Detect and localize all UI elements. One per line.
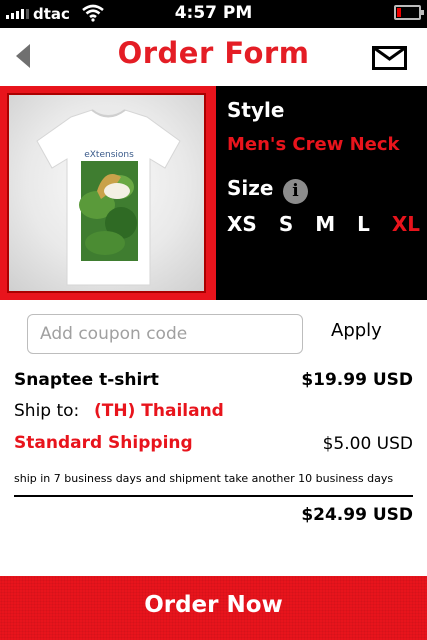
ship-to-country[interactable]: (TH) Thailand	[94, 401, 224, 421]
info-icon[interactable]: i	[283, 179, 308, 204]
tshirt-image: eXtensions	[36, 109, 181, 286]
item-price: $19.99 USD	[301, 370, 413, 390]
tshirt-preview: eXtensions	[7, 93, 206, 293]
size-heading: Size	[227, 176, 274, 200]
size-option-s[interactable]: S	[279, 212, 293, 236]
style-heading: Style	[227, 98, 285, 122]
product-panel: eXtensions Style Men's Crew Neck Size i …	[0, 86, 427, 300]
mail-icon[interactable]	[372, 46, 407, 70]
style-value[interactable]: Men's Crew Neck	[227, 134, 400, 155]
summary-divider	[14, 495, 413, 497]
clock: 4:57 PM	[174, 3, 253, 23]
order-total: $24.99 USD	[301, 505, 413, 525]
shipping-price: $5.00 USD	[322, 434, 413, 454]
status-bar: dtac 4:57 PM	[0, 0, 427, 28]
size-options: XS S M L XL	[227, 212, 420, 236]
size-option-m[interactable]: M	[315, 212, 335, 236]
page-title: Order Form	[117, 36, 310, 70]
apply-coupon-button[interactable]: Apply	[331, 320, 382, 341]
shipping-method[interactable]: Standard Shipping	[14, 433, 193, 453]
order-now-button[interactable]: Order Now	[0, 576, 427, 640]
item-name: Snaptee t-shirt	[14, 370, 159, 390]
shipping-note: ship in 7 business days and shipment tak…	[14, 472, 394, 485]
size-option-xl[interactable]: XL	[392, 212, 420, 236]
size-option-xs[interactable]: XS	[227, 212, 257, 236]
size-option-l[interactable]: L	[357, 212, 370, 236]
navigation-bar: Order Form	[0, 28, 427, 86]
tshirt-preview-frame[interactable]: eXtensions	[0, 86, 216, 300]
ship-to-label: Ship to:	[14, 401, 80, 421]
coupon-code-input[interactable]	[27, 314, 303, 354]
battery-icon	[394, 5, 424, 20]
tshirt-print-text: eXtensions	[84, 150, 134, 160]
